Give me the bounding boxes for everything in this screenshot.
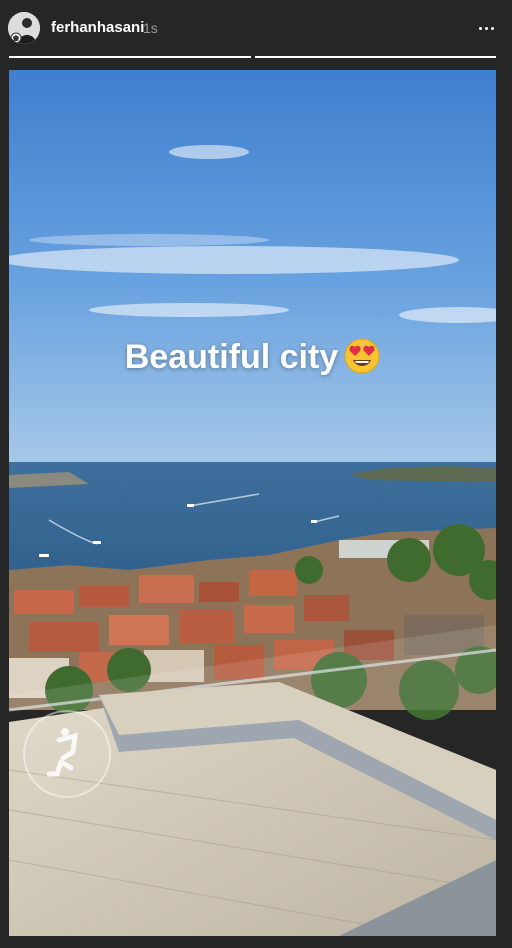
more-options-button[interactable] [474, 16, 498, 40]
boomerang-sticker[interactable] [23, 710, 111, 798]
boomerang-sticker-icon [46, 728, 78, 777]
avatar[interactable] [8, 12, 40, 44]
story-media[interactable]: Beautiful city [9, 70, 496, 936]
caption-text: Beautiful city [124, 338, 339, 376]
story-progress-bar [9, 56, 496, 58]
story-header: ferhanhasani 1s [0, 0, 512, 56]
city-photo [9, 70, 496, 936]
user-avatar-icon [8, 12, 40, 44]
timestamp: 1s [143, 20, 158, 36]
progress-segment [254, 56, 496, 58]
story-caption: Beautiful city [9, 338, 496, 377]
more-horizontal-icon [478, 26, 482, 30]
username[interactable]: ferhanhasani [51, 19, 144, 36]
progress-segment [9, 56, 251, 58]
heart-eyes-face-emoji-icon [344, 338, 380, 374]
